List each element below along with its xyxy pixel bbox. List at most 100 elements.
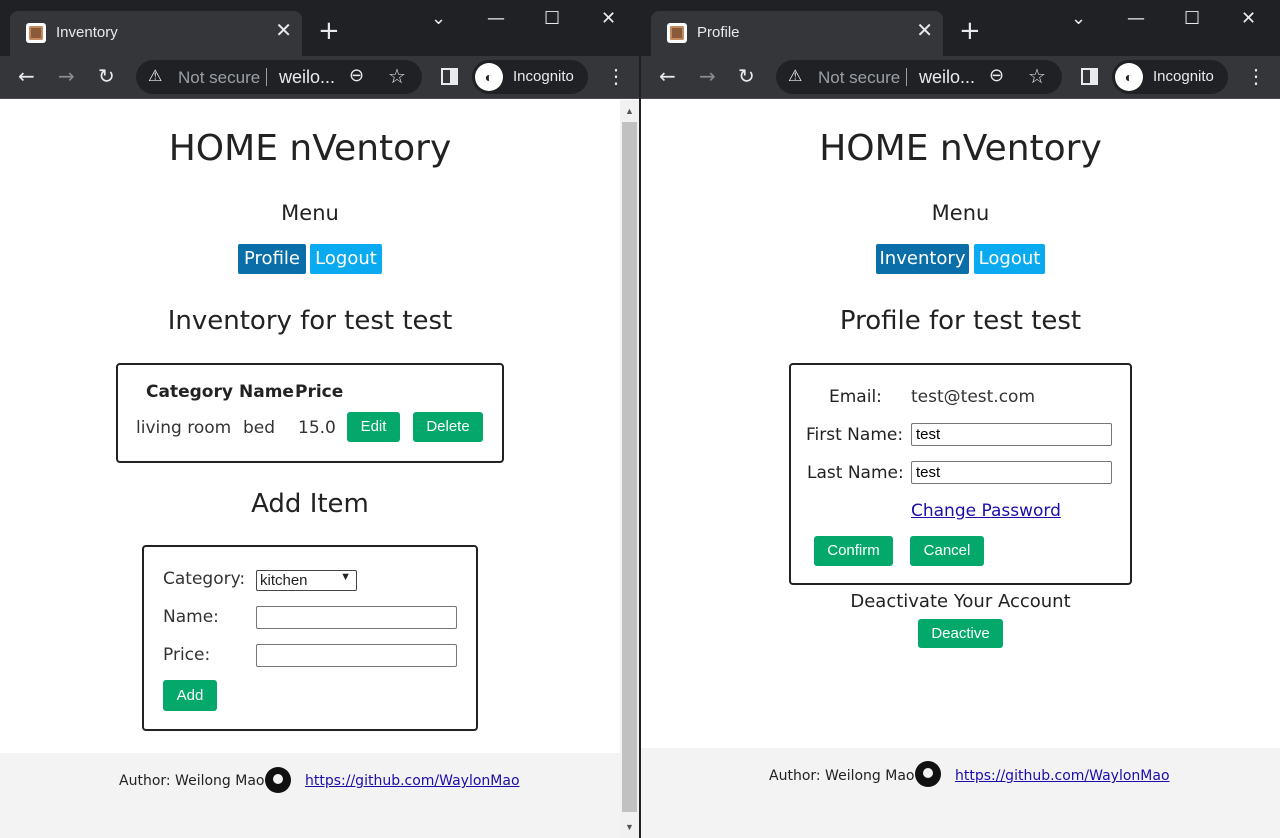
star-icon[interactable]: ☆ [388,64,406,89]
table-header-price: Price [295,382,344,402]
maximize-icon[interactable]: ☐ [1184,8,1200,30]
deactivate-heading: Deactivate Your Account [850,591,1071,612]
add-button[interactable]: Add [163,680,217,711]
profile-nav-button[interactable]: Profile [238,244,306,274]
page-content: HOME nVentory Menu Inventory Logout Prof… [641,100,1280,838]
chevron-down-icon: ▼ [340,571,351,583]
browser-window-profile: Profile ✕ + ⌄ — ☐ ✕ ← → ↻ ⚠ Not secure w… [641,0,1280,838]
warning-icon: ⚠ [788,68,803,85]
table-cell-price: 15.0 [298,418,336,438]
logout-nav-button[interactable]: Logout [310,244,382,274]
zoom-icon[interactable]: ⊖ [989,65,1004,86]
github-icon[interactable] [265,767,291,793]
divider [906,68,907,86]
profile-form: Email: test@test.com First Name: test La… [789,363,1132,585]
plus-icon[interactable]: + [318,17,340,45]
name-label: Name: [163,607,219,627]
edit-button[interactable]: Edit [347,412,400,442]
zoom-icon[interactable]: ⊖ [349,65,364,86]
category-select-value: kitchen [260,572,308,589]
email-label: Email: [829,387,882,407]
url-text: weilo... [279,67,336,87]
plus-icon[interactable]: + [959,17,981,45]
toolbar: ← → ↻ ⚠ Not secure weilo... ⊖ ☆ ◐ Incogn… [0,56,640,99]
address-bar[interactable]: ⚠ Not secure weilo... ⊖ ☆ [776,60,1062,94]
incognito-label: Incognito [513,68,574,85]
minimize-icon[interactable]: — [1127,8,1145,30]
minimize-icon[interactable]: — [487,8,505,30]
incognito-icon: ◐ [475,63,503,91]
toolbar: ← → ↻ ⚠ Not secure weilo... ⊖ ☆ ◐ Incogn… [641,56,1280,99]
address-bar[interactable]: ⚠ Not secure weilo... ⊖ ☆ [136,60,422,94]
close-window-icon[interactable]: ✕ [601,8,616,30]
title-bar: Inventory ✕ + ⌄ — ☐ ✕ [0,0,640,56]
scrollbar-thumb[interactable] [622,122,637,812]
table-cell-name: bed [243,418,276,438]
scrollbar[interactable]: ▲ ▼ [620,100,640,838]
side-panel-icon[interactable] [1081,68,1098,85]
footer-author: Author: Weilong Mao [119,773,265,789]
side-panel-icon[interactable] [441,68,458,85]
incognito-badge[interactable]: ◐ Incognito [1112,60,1228,94]
inventory-table-card: Category Name Price living room bed 15.0… [116,363,504,463]
last-name-input[interactable]: test [911,461,1112,484]
confirm-button[interactable]: Confirm [814,536,893,566]
page-title: HOME nVentory [168,128,452,169]
star-icon[interactable]: ☆ [1028,64,1046,89]
last-name-label: Last Name: [807,463,904,483]
close-window-icon[interactable]: ✕ [1241,8,1256,30]
inventory-nav-button[interactable]: Inventory [876,244,969,274]
kebab-menu-icon[interactable]: ⋮ [1246,64,1266,89]
scroll-down-icon[interactable]: ▼ [625,822,634,832]
email-value: test@test.com [911,387,1036,407]
incognito-badge[interactable]: ◐ Incognito [472,60,588,94]
tab-title: Profile [697,24,740,41]
price-label: Price: [163,645,211,665]
footer-author: Author: Weilong Mao [769,768,915,784]
github-link[interactable]: https://github.com/WaylonMao [955,768,1170,784]
browser-window-inventory: Inventory ✕ + ⌄ — ☐ ✕ ← → ↻ ⚠ Not secure… [0,0,640,838]
add-item-form: Category: kitchen ▼ Name: Price: Add [142,545,478,731]
back-arrow-icon[interactable]: ← [659,64,676,88]
back-arrow-icon[interactable]: ← [18,64,35,88]
chevron-down-icon[interactable]: ⌄ [431,8,446,30]
browser-tab[interactable]: Inventory ✕ [10,11,302,56]
price-input[interactable] [256,644,457,667]
favicon-icon [667,23,687,43]
github-icon[interactable] [915,761,941,787]
cancel-button[interactable]: Cancel [910,536,984,566]
url-text: weilo... [919,67,976,87]
forward-arrow-icon[interactable]: → [699,64,716,88]
table-header-name: Name [239,382,294,402]
maximize-icon[interactable]: ☐ [544,8,560,30]
logout-nav-button[interactable]: Logout [974,244,1045,274]
footer: Author: Weilong Mao https://github.com/W… [641,748,1280,838]
first-name-input[interactable]: test [911,423,1112,446]
add-item-heading: Add Item [251,489,369,519]
delete-button[interactable]: Delete [413,412,483,442]
kebab-menu-icon[interactable]: ⋮ [606,64,626,89]
chevron-down-icon[interactable]: ⌄ [1071,8,1086,30]
github-link[interactable]: https://github.com/WaylonMao [305,773,520,789]
close-icon[interactable]: ✕ [275,21,292,41]
forward-arrow-icon[interactable]: → [58,64,75,88]
profile-heading: Profile for test test [839,306,1082,336]
footer: Author: Weilong Mao https://github.com/W… [0,753,620,838]
incognito-icon: ◐ [1115,63,1143,91]
menu-heading: Menu [281,201,339,225]
security-label: Not secure [178,68,261,87]
security-label: Not secure [818,68,901,87]
reload-icon[interactable]: ↻ [738,64,755,88]
close-icon[interactable]: ✕ [916,21,933,41]
table-header-category: Category [146,382,233,402]
category-select[interactable]: kitchen ▼ [256,570,357,591]
name-input[interactable] [256,606,457,629]
page-title: HOME nVentory [819,128,1102,169]
inventory-heading: Inventory for test test [167,306,453,336]
browser-tab[interactable]: Profile ✕ [651,11,943,56]
reload-icon[interactable]: ↻ [98,64,115,88]
change-password-link[interactable]: Change Password [911,501,1061,521]
deactivate-button[interactable]: Deactive [918,619,1003,648]
warning-icon: ⚠ [148,68,163,85]
scroll-up-icon[interactable]: ▲ [625,106,634,116]
